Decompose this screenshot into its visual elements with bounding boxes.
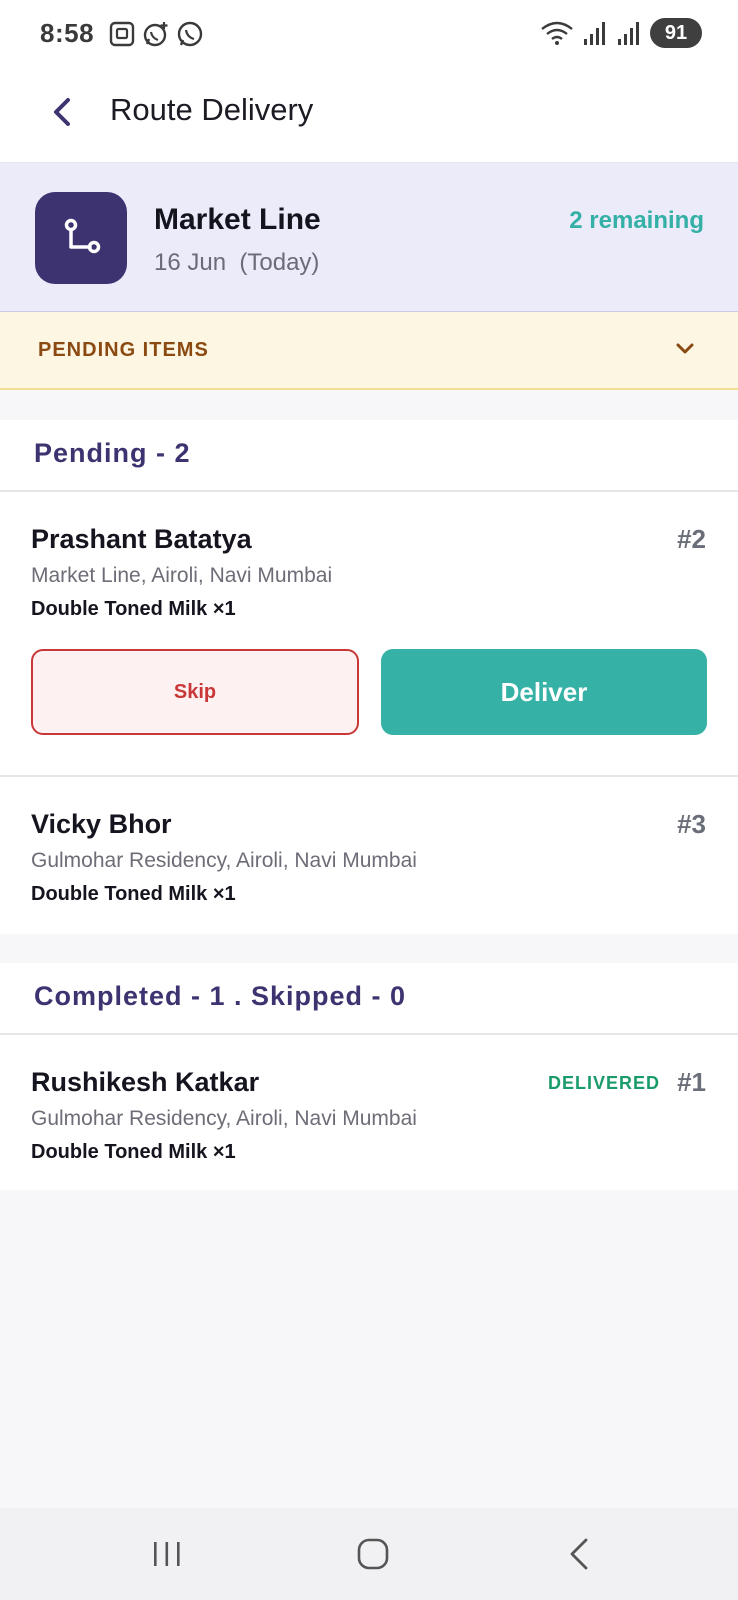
completed-delivery-card: Rushikesh Katkar DELIVERED #1 Gulmohar R… (0, 1035, 738, 1190)
chevron-down-icon (672, 336, 698, 367)
back-button[interactable] (40, 90, 84, 134)
remaining-count: 2 remaining (569, 207, 704, 234)
pending-section-title: Pending - 2 (34, 438, 191, 468)
back-icon (570, 1538, 588, 1570)
page-title: Route Delivery (110, 92, 314, 127)
back-arrow-icon (54, 98, 70, 126)
status-time: 8:58 (40, 18, 95, 48)
system-back-button[interactable] (555, 1532, 605, 1576)
screenshot-icon (109, 21, 135, 47)
customer-name: Rushikesh Katkar (31, 1067, 260, 1097)
signal-icon (618, 22, 639, 45)
status-badge: DELIVERED (547, 1073, 660, 1093)
order-item: Double Toned Milk ×1 (31, 1141, 236, 1163)
signal-icon (584, 22, 605, 45)
customer-name: Vicky Bhor (31, 809, 172, 839)
completed-section-header: Completed - 1 . Skipped - 0 (0, 963, 738, 1035)
pending-section-header: Pending - 2 (0, 420, 738, 492)
order-item: Double Toned Milk ×1 (31, 598, 236, 620)
pending-items-label: PENDING ITEMS (38, 339, 209, 361)
customer-address: Market Line, Airoli, Navi Mumbai (31, 564, 333, 587)
recent-apps-button[interactable] (142, 1532, 192, 1576)
order-item: Double Toned Milk ×1 (31, 883, 236, 905)
pending-items-toggle[interactable]: PENDING ITEMS (0, 312, 738, 390)
notification-icons (108, 20, 204, 48)
completed-section-title: Completed - 1 . Skipped - 0 (34, 981, 407, 1011)
stop-number: #3 (677, 809, 706, 839)
route-icon (35, 192, 127, 284)
route-path-icon (64, 218, 101, 254)
skip-button[interactable]: Skip (31, 649, 359, 735)
delivery-card: Prashant Batatya #2 Market Line, Airoli,… (0, 492, 738, 775)
status-bar: 8:58 91 (0, 0, 738, 70)
system-nav-bar (0, 1508, 738, 1600)
battery-indicator: 91 (650, 18, 702, 48)
route-date: 16 Jun (Today) (154, 249, 320, 276)
stop-number: #2 (677, 524, 706, 554)
customer-address: Gulmohar Residency, Airoli, Navi Mumbai (31, 849, 417, 872)
deliver-button[interactable]: Deliver (381, 649, 707, 735)
delivery-card: Vicky Bhor #3 Gulmohar Residency, Airoli… (0, 777, 738, 934)
system-icons: 91 (540, 18, 702, 48)
home-button[interactable] (348, 1532, 398, 1576)
customer-address: Gulmohar Residency, Airoli, Navi Mumbai (31, 1107, 417, 1130)
route-summary-card: Market Line 16 Jun (Today) 2 remaining (0, 163, 738, 312)
whatsapp-business-icon (143, 22, 168, 47)
recent-apps-icon (154, 1542, 180, 1566)
home-icon (357, 1538, 389, 1570)
whatsapp-icon (177, 21, 203, 47)
wifi-icon (541, 21, 573, 45)
route-name: Market Line (154, 203, 321, 236)
stop-number: #1 (677, 1067, 706, 1097)
customer-name: Prashant Batatya (31, 524, 252, 554)
app-bar: Route Delivery (0, 70, 738, 163)
